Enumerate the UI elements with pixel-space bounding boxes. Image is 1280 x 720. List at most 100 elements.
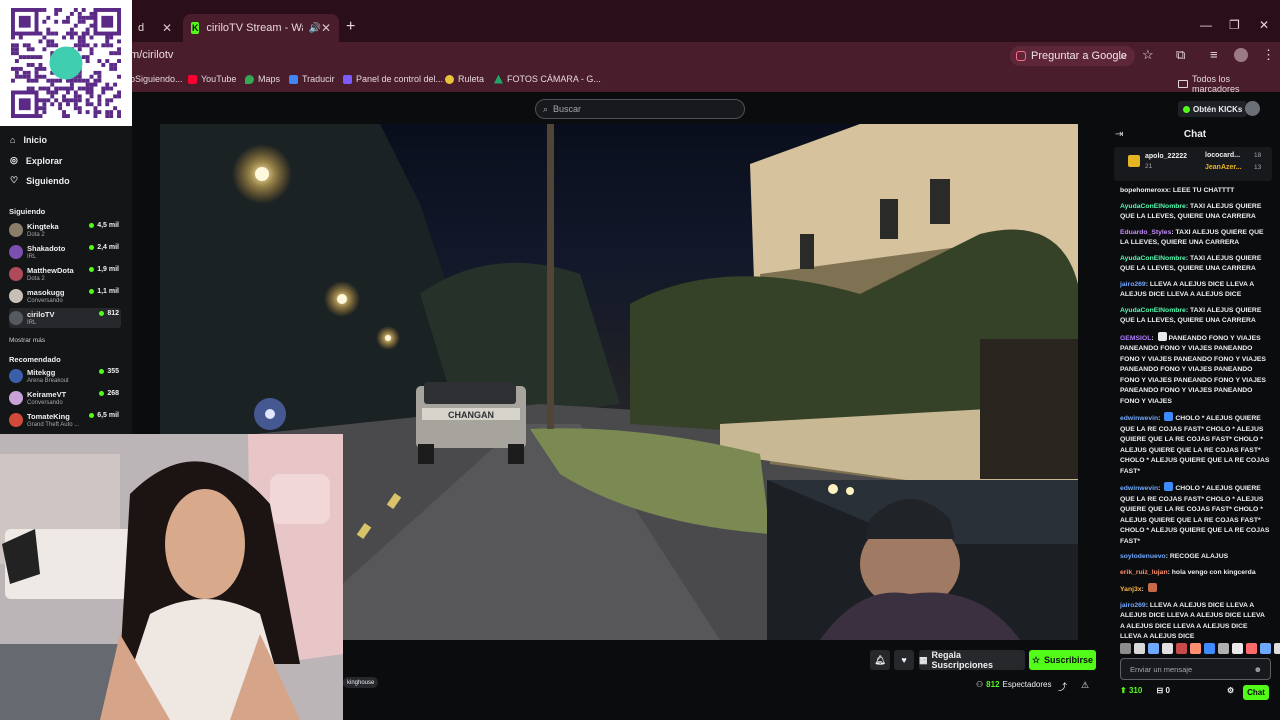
chat-username[interactable]: jairo269 bbox=[1120, 281, 1146, 288]
channel-avatar bbox=[9, 223, 23, 237]
chat-username[interactable]: GEMSIOL bbox=[1120, 335, 1151, 342]
emote-icon[interactable] bbox=[1260, 643, 1271, 654]
streamer-facecam bbox=[0, 434, 343, 720]
channel-viewers: 1,9 mil bbox=[89, 266, 119, 273]
profile-avatar[interactable] bbox=[1234, 48, 1248, 62]
chat-username[interactable]: edwinwevin bbox=[1120, 485, 1158, 492]
bookmark-youtube[interactable]: YouTube bbox=[188, 74, 236, 84]
browser-tab-active[interactable]: K ciriloTV Stream - Watch Live 🔊 ✕ bbox=[183, 14, 339, 42]
chat-settings-icon[interactable]: ⚙ bbox=[1227, 686, 1234, 695]
emote-icon[interactable] bbox=[1162, 643, 1173, 654]
bookmark-maps[interactable]: Maps bbox=[245, 74, 280, 84]
sidebar-nav-explorar[interactable]: ◎ Explorar bbox=[10, 155, 62, 166]
close-tab-icon[interactable]: ✕ bbox=[162, 21, 172, 35]
gift-box-icon[interactable]: ⊟ bbox=[1157, 686, 1164, 695]
chat-send-button[interactable]: Chat bbox=[1243, 685, 1269, 700]
bookmark-panel[interactable]: Panel de control del... bbox=[343, 74, 443, 84]
live-dot-icon bbox=[89, 267, 95, 272]
leaderboard-third-count: 13 bbox=[1254, 164, 1262, 171]
sidebar-channel-tomateking[interactable]: TomateKing Grand Theft Auto ... 6,5 mil bbox=[9, 410, 121, 430]
emote-icon[interactable] bbox=[1148, 643, 1159, 654]
follow-heart-icon[interactable]: ♥ bbox=[894, 650, 914, 670]
address-bar[interactable]: m/cirilotv bbox=[130, 49, 173, 61]
menu-dots-icon[interactable]: ⋮ bbox=[1262, 47, 1275, 63]
sidebar-nav-inicio[interactable]: ⌂ Inicio bbox=[10, 135, 47, 145]
chat-text: PANEANDO FONO Y VIAJES PANEANDO FONO Y V… bbox=[1120, 334, 1266, 405]
channel-viewers: 812 bbox=[99, 310, 119, 317]
heart-icon: ♡ bbox=[10, 175, 19, 185]
search-input[interactable]: ⌕ Buscar bbox=[535, 99, 745, 119]
bookmark-translate[interactable]: Traducir bbox=[289, 74, 335, 84]
chat-emote-icon bbox=[1164, 482, 1174, 491]
chat-username[interactable]: AyudaConElNombre bbox=[1120, 255, 1186, 262]
all-bookmarks[interactable]: Todos los marcadores bbox=[1178, 74, 1280, 94]
chat-username[interactable]: erik_ruiz_lujan bbox=[1120, 569, 1168, 576]
chat-text: LEEE TU CHATTTT bbox=[1172, 187, 1235, 194]
chat-emote-icon bbox=[1157, 331, 1167, 341]
stream-tag[interactable]: kinghouse bbox=[343, 677, 379, 688]
chat-username[interactable]: soylodenuevo bbox=[1120, 553, 1166, 560]
home-icon: ⌂ bbox=[10, 135, 16, 145]
zoom-icon[interactable]: ⌕ bbox=[1120, 47, 1127, 63]
bookmark-item[interactable]: oSiguiendo... bbox=[130, 74, 183, 84]
emote-icon[interactable] bbox=[1176, 643, 1187, 654]
sidebar-channel-keiramevt[interactable]: KeirameVT Conversando 268 bbox=[9, 388, 121, 408]
chat-username[interactable]: Eduardo_Styles bbox=[1120, 229, 1171, 236]
gift-subs-button[interactable]: ▦ Regala Suscripciones bbox=[919, 650, 1025, 670]
show-more-link[interactable]: Mostrar más bbox=[9, 337, 45, 344]
share-icon[interactable]: ⤴ bbox=[1058, 680, 1067, 693]
audio-icon[interactable]: 🔊 bbox=[308, 23, 320, 34]
chat-username[interactable]: bopehomeroxx bbox=[1120, 187, 1169, 194]
media-icon[interactable]: ≡ bbox=[1210, 47, 1218, 62]
emote-icon[interactable] bbox=[1120, 643, 1131, 654]
chat-input[interactable]: Enviar un mensaje ☻ bbox=[1120, 658, 1271, 680]
chat-message: Yanj3x: bbox=[1120, 583, 1270, 596]
notifications-bell-icon[interactable]: 🔔︎ bbox=[870, 650, 890, 670]
report-icon[interactable]: ⚠ bbox=[1081, 680, 1089, 691]
bookmark-ruleta[interactable]: Ruleta bbox=[445, 74, 484, 84]
minimize-icon[interactable]: — bbox=[1200, 18, 1212, 32]
extensions-icon[interactable]: ⧉ bbox=[1176, 47, 1185, 63]
browser-tab[interactable]: d ✕ bbox=[130, 14, 180, 42]
bookmark-drive[interactable]: FOTOS CÁMARA - G... bbox=[494, 74, 601, 84]
live-dot-icon bbox=[99, 311, 105, 316]
chat-username[interactable]: Yanj3x bbox=[1120, 586, 1142, 593]
gift-leaderboard: apolo_22222 21 lococard... 18 JeanAzer..… bbox=[1114, 147, 1272, 181]
chat-username[interactable]: AyudaConElNombre bbox=[1120, 307, 1186, 314]
ask-google-button[interactable]: Preguntar a Google bbox=[1010, 46, 1136, 66]
close-tab-icon[interactable]: ✕ bbox=[321, 21, 331, 35]
channel-category: Grand Theft Auto ... bbox=[27, 422, 80, 428]
sidebar-channel-mitekgg[interactable]: Mitekgg Arena Breakout 355 bbox=[9, 366, 121, 386]
channel-category: IRL bbox=[27, 254, 37, 260]
restore-icon[interactable]: ❐ bbox=[1229, 18, 1240, 32]
emote-icon[interactable] bbox=[1274, 643, 1280, 654]
emote-icon[interactable] bbox=[1190, 643, 1201, 654]
emoji-icon[interactable]: ☻ bbox=[1254, 665, 1262, 674]
kicks-icon: ⬆ bbox=[1120, 686, 1127, 695]
sidebar-channel-shakadoto[interactable]: Shakadoto IRL 2,4 mil bbox=[9, 242, 121, 262]
truck-logo-text: CHANGAN bbox=[448, 410, 494, 420]
channel-category: Dota 2 bbox=[27, 276, 45, 282]
yape-qr-code bbox=[0, 0, 132, 126]
channel-viewers: 2,4 mil bbox=[89, 244, 119, 251]
emote-icon[interactable] bbox=[1204, 643, 1215, 654]
emote-icon[interactable] bbox=[1246, 643, 1257, 654]
chat-username[interactable]: jairo269 bbox=[1120, 602, 1146, 609]
chat-username[interactable]: edwinwevin bbox=[1120, 415, 1158, 422]
emote-icon[interactable] bbox=[1134, 643, 1145, 654]
sidebar-channel-kingteka[interactable]: Kingteka Dota 2 4,5 mil bbox=[9, 220, 121, 240]
sidebar-channel-matthewdota[interactable]: MatthewDota Dota 2 1,9 mil bbox=[9, 264, 121, 284]
emote-icon[interactable] bbox=[1218, 643, 1229, 654]
chat-username[interactable]: AyudaConElNombre bbox=[1120, 203, 1186, 210]
get-kicks-button[interactable]: Obtén KICKs bbox=[1178, 101, 1248, 117]
new-tab-button[interactable]: + bbox=[346, 18, 355, 36]
emote-icon[interactable] bbox=[1232, 643, 1243, 654]
sidebar-nav-siguiendo[interactable]: ♡ Siguiendo bbox=[10, 175, 70, 186]
subscribe-button[interactable]: ☆ Suscribirse bbox=[1029, 650, 1096, 670]
user-avatar[interactable] bbox=[1245, 101, 1260, 116]
sidebar-channel-masokugg[interactable]: masokugg Conversando 1,1 mil bbox=[9, 286, 121, 306]
sidebar-channel-cirilotv[interactable]: ciriloTV IRL 812 bbox=[9, 308, 121, 328]
close-window-icon[interactable]: ✕ bbox=[1259, 18, 1269, 32]
chat-text: CHOLO * ALEJUS QUIERE QUE LA RE COJAS FA… bbox=[1120, 415, 1270, 475]
bookmark-star-icon[interactable]: ☆ bbox=[1142, 47, 1154, 63]
